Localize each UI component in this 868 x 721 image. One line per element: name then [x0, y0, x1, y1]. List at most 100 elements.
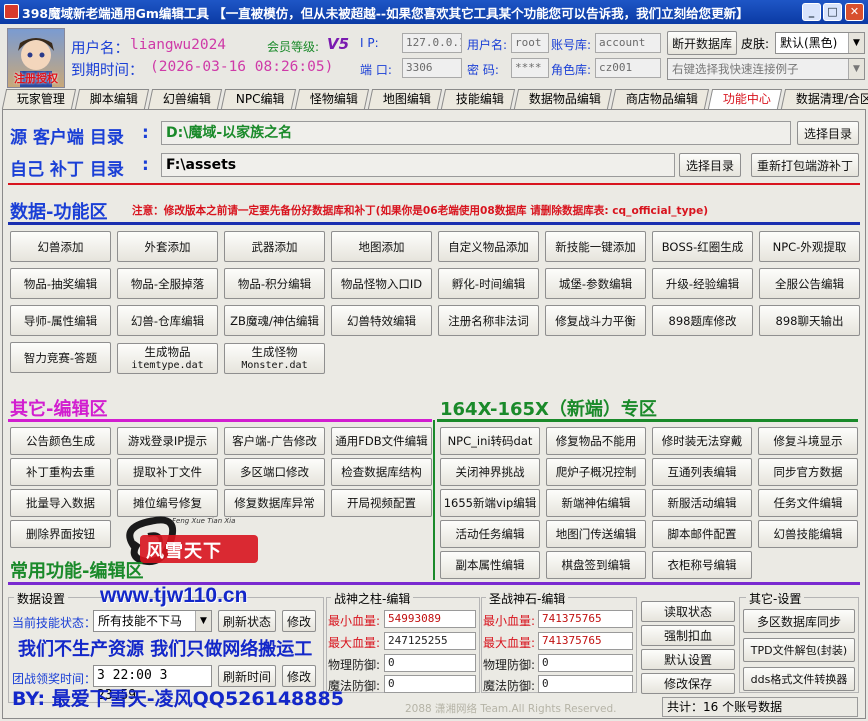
data-function-button[interactable]: 孵化-时间编辑	[438, 268, 539, 299]
tab-pet[interactable]: 幻兽编辑	[147, 89, 223, 109]
other-function-button[interactable]: 客户端-广告修改	[224, 427, 325, 455]
other-function-button[interactable]: 补丁重构去重	[10, 458, 111, 486]
other-function-button[interactable]: 提取补丁文件	[117, 458, 218, 486]
new-client-function-button[interactable]: 互通列表编辑	[652, 458, 752, 486]
data-function-button[interactable]: 物品-全服掉落	[117, 268, 218, 299]
data-function-button[interactable]: NPC-外观提取	[759, 231, 860, 262]
war-pillar-magic-def-input[interactable]: 0	[384, 675, 476, 693]
read-state-button[interactable]: 读取状态	[641, 601, 735, 622]
data-function-button[interactable]: 外套添加	[117, 231, 218, 262]
holy-stone-min-hp-input[interactable]: 741375765	[538, 610, 633, 628]
data-function-button[interactable]: 升级-经验编辑	[652, 268, 753, 299]
generate-itemtype-button[interactable]: 生成物品 itemtype.dat	[117, 343, 218, 374]
new-client-function-button[interactable]: 爬炉子概况控制	[546, 458, 646, 486]
holy-stone-magic-def-input[interactable]: 0	[538, 675, 633, 693]
other-function-button[interactable]: 游戏登录IP提示	[117, 427, 218, 455]
source-dir-input[interactable]: D:\魔域-以家族之名	[161, 121, 791, 145]
new-client-function-button[interactable]: 幻兽技能编辑	[758, 520, 858, 548]
data-function-button[interactable]: 地图添加	[331, 231, 432, 262]
new-client-function-button[interactable]: 任务文件编辑	[758, 489, 858, 517]
default-settings-button[interactable]: 默认设置	[641, 649, 735, 670]
new-client-function-button[interactable]: 衣柜称号编辑	[652, 551, 752, 579]
generate-monster-button[interactable]: 生成怪物 Monster.dat	[224, 343, 325, 374]
multi-zone-sync-button[interactable]: 多区数据库同步	[743, 609, 855, 633]
new-client-function-button[interactable]: 同步官方数据	[758, 458, 858, 486]
minimize-button[interactable]: _	[802, 3, 821, 21]
data-function-button[interactable]: ZB魔魂/神估编辑	[224, 305, 325, 336]
data-function-button[interactable]: 物品怪物入口ID	[331, 268, 432, 299]
maximize-button[interactable]: □	[823, 3, 842, 21]
other-function-button[interactable]: 通用FDB文件编辑	[331, 427, 432, 455]
password-field[interactable]: ****	[511, 58, 549, 78]
other-function-button[interactable]: 开局视频配置	[331, 489, 432, 517]
data-function-button[interactable]: BOSS-红圈生成	[652, 231, 753, 262]
chevron-down-icon[interactable]: ▼	[848, 33, 864, 53]
new-client-function-button[interactable]: 关闭神界挑战	[440, 458, 540, 486]
new-client-function-button[interactable]: 活动任务编辑	[440, 520, 540, 548]
skin-select[interactable]: 默认(黑色) ▼	[775, 32, 865, 54]
data-function-button[interactable]: 幻兽添加	[10, 231, 111, 262]
data-function-button[interactable]: 898题库修改	[652, 305, 753, 336]
skill-state-select[interactable]: 所有技能不下马 ▼	[93, 610, 212, 632]
holy-stone-max-hp-input[interactable]: 741375765	[538, 632, 633, 650]
ip-field[interactable]: 127.0.0.1	[402, 33, 462, 53]
refresh-state-button[interactable]: 刷新状态	[218, 610, 276, 632]
new-client-function-button[interactable]: NPC_ini转码dat	[440, 427, 540, 455]
tab-map[interactable]: 地图编辑	[367, 89, 442, 109]
port-field[interactable]: 3306	[402, 58, 462, 78]
tab-data-cleanup[interactable]: 数据清理/合区	[780, 89, 868, 109]
data-function-button[interactable]: 幻兽特效编辑	[331, 305, 432, 336]
new-client-function-button[interactable]: 修复物品不能用	[546, 427, 646, 455]
data-function-button[interactable]: 自定义物品添加	[438, 231, 539, 262]
force-deduct-hp-button[interactable]: 强制扣血	[641, 625, 735, 646]
new-client-function-button[interactable]: 脚本邮件配置	[652, 520, 752, 548]
tab-shop[interactable]: 商店物品编辑	[610, 89, 709, 109]
other-function-button[interactable]: 公告颜色生成	[10, 427, 111, 455]
tab-skill[interactable]: 技能编辑	[440, 89, 515, 109]
save-changes-button[interactable]: 修改保存	[641, 673, 735, 694]
db-user-field[interactable]: root	[511, 33, 549, 53]
new-client-function-button[interactable]: 副本属性编辑	[440, 551, 540, 579]
close-button[interactable]: ✕	[845, 3, 864, 21]
tab-monster[interactable]: 怪物编辑	[294, 89, 369, 109]
data-function-button[interactable]: 修复战斗力平衡	[545, 305, 646, 336]
data-function-button[interactable]: 新技能一键添加	[545, 231, 646, 262]
data-function-button[interactable]: 物品-抽奖编辑	[10, 268, 111, 299]
tab-function-center[interactable]: 功能中心	[707, 89, 782, 109]
tpd-unpack-button[interactable]: TPD文件解包(封装)	[743, 638, 855, 662]
data-function-button[interactable]: 武器添加	[224, 231, 325, 262]
tab-item-data[interactable]: 数据物品编辑	[513, 89, 612, 109]
tab-player[interactable]: 玩家管理	[1, 89, 77, 109]
modify-skill-button[interactable]: 修改	[282, 610, 316, 632]
data-function-button[interactable]: 幻兽-仓库编辑	[117, 305, 218, 336]
patch-dir-input[interactable]: F:\assets	[161, 153, 675, 177]
role-db-field[interactable]: cz001	[595, 58, 661, 78]
tab-script[interactable]: 脚本编辑	[74, 89, 150, 109]
other-function-button[interactable]: 检查数据库结构	[331, 458, 432, 486]
repack-patch-button[interactable]: 重新打包端游补丁	[751, 153, 859, 177]
patch-browse-button[interactable]: 选择目录	[679, 153, 741, 177]
quick-connect-select[interactable]: 右键选择我快速连接例子 ▼	[667, 58, 865, 80]
account-db-field[interactable]: account	[595, 33, 661, 53]
new-client-function-button[interactable]: 地图门传送编辑	[546, 520, 646, 548]
new-client-function-button[interactable]: 棋盘签到编辑	[546, 551, 646, 579]
war-pillar-phys-def-input[interactable]: 0	[384, 654, 476, 672]
tab-npc[interactable]: NPC编辑	[220, 89, 296, 109]
new-client-function-button[interactable]: 修时装无法穿戴	[652, 427, 752, 455]
data-function-button[interactable]: 注册名称非法词	[438, 305, 539, 336]
disconnect-db-button[interactable]: 断开数据库	[667, 31, 737, 55]
war-pillar-max-hp-input[interactable]: 247125255	[384, 632, 476, 650]
data-function-button[interactable]: 城堡-参数编辑	[545, 268, 646, 299]
data-function-button[interactable]: 导师-属性编辑	[10, 305, 111, 336]
chevron-down-icon[interactable]: ▼	[848, 59, 864, 79]
new-client-function-button[interactable]: 1655新端vip编辑	[440, 489, 540, 517]
data-function-button[interactable]: 898聊天输出	[759, 305, 860, 336]
data-function-button[interactable]: 全服公告编辑	[759, 268, 860, 299]
other-function-button[interactable]: 删除界面按钮	[10, 520, 111, 548]
new-client-function-button[interactable]: 新端神佑编辑	[546, 489, 646, 517]
dds-converter-button[interactable]: dds格式文件转换器	[743, 667, 855, 691]
new-client-function-button[interactable]: 新服活动编辑	[652, 489, 752, 517]
source-browse-button[interactable]: 选择目录	[797, 121, 859, 145]
chevron-down-icon[interactable]: ▼	[195, 611, 211, 631]
new-client-function-button[interactable]: 修复斗境显示	[758, 427, 858, 455]
